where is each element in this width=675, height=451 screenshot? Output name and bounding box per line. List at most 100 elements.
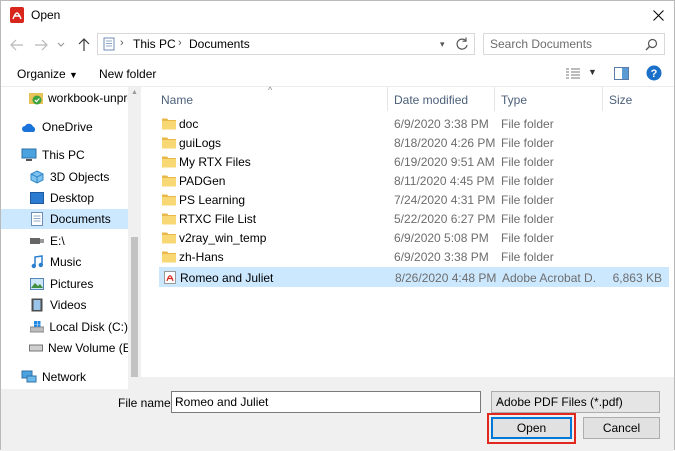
refresh-icon[interactable] — [454, 36, 470, 52]
nav-item-label: Videos — [50, 298, 87, 312]
back-button[interactable] — [8, 36, 26, 54]
file-name: zh-Hans — [179, 250, 224, 264]
file-row[interactable]: PADGen 8/11/2020 4:45 PM File folder — [159, 171, 669, 191]
scroll-up-icon[interactable]: ▲ — [131, 89, 138, 96]
file-row[interactable]: PS Learning 7/24/2020 4:31 PM File folder — [159, 190, 669, 210]
nav-item-label: E:\ — [50, 234, 65, 248]
nav-item-onedrive[interactable]: OneDrive — [21, 117, 128, 137]
nav-item-this-pc[interactable]: This PC — [21, 145, 128, 165]
file-date-modified: 8/11/2020 4:45 PM — [394, 174, 495, 188]
breadcrumb-separator-icon: › — [178, 37, 182, 49]
file-row[interactable]: v2ray_win_temp 6/9/2020 5:08 PM File folde… — [159, 228, 669, 248]
nav-item-label: New Volume (E:) — [48, 341, 139, 355]
column-header-date[interactable]: Date modified — [394, 93, 468, 107]
chevron-down-icon[interactable]: ▼ — [588, 67, 597, 77]
breadcrumb-documents[interactable]: Documents — [189, 37, 250, 51]
pictures-icon — [29, 276, 45, 292]
pdf-icon — [164, 271, 176, 284]
cancel-button[interactable]: Cancel — [583, 417, 660, 439]
folder-icon — [162, 232, 176, 244]
file-row[interactable]: Romeo and Juliet 8/26/2020 4:48 PM Adobe A… — [159, 267, 669, 287]
cube-icon — [29, 169, 45, 185]
sort-ascending-icon: ^ — [268, 85, 273, 95]
help-icon[interactable]: ? — [646, 65, 662, 81]
file-type: Adobe Acrobat D... — [502, 271, 597, 285]
windows-drive-icon — [29, 319, 44, 335]
chevron-down-icon[interactable]: ▾ — [440, 39, 450, 49]
new-folder-button[interactable]: New folder — [99, 67, 156, 81]
nav-item-label: This PC — [42, 148, 85, 162]
file-date-modified: 7/24/2020 4:31 PM — [394, 193, 496, 207]
file-type: File folder — [501, 212, 554, 226]
nav-item-new-volume-e[interactable]: New Volume (E:) — [29, 338, 138, 358]
file-type: File folder — [501, 250, 554, 264]
nav-item-e-drive[interactable]: E:\ — [29, 231, 128, 251]
address-bar[interactable]: › This PC › Documents ▾ — [97, 33, 475, 55]
column-divider[interactable] — [602, 87, 603, 111]
file-date-modified: 8/26/2020 4:48 PM — [395, 271, 497, 285]
folder-icon — [162, 137, 176, 149]
open-button[interactable]: Open — [491, 417, 572, 439]
file-row[interactable]: My RTX Files 6/19/2020 9:51 AM File folder — [159, 152, 669, 172]
nav-item-label: Network — [42, 370, 87, 384]
file-list-scrollbar[interactable] — [141, 377, 674, 389]
column-divider[interactable] — [387, 87, 388, 111]
file-date-modified: 5/22/2020 6:27 PM — [394, 212, 496, 226]
nav-scrollbar[interactable]: ▲ — [128, 87, 141, 389]
nav-item-desktop[interactable]: Desktop — [29, 188, 128, 208]
file-type-select[interactable]: Adobe PDF Files (*.pdf) ⌄ — [491, 391, 660, 413]
preview-pane-icon[interactable] — [614, 67, 629, 80]
file-name: doc — [179, 117, 199, 131]
nav-item-label: workbook-unpro — [48, 91, 135, 105]
desktop-icon — [29, 190, 45, 206]
search-input[interactable] — [490, 36, 640, 52]
file-name-field[interactable]: Romeo and Juliet ⌄ — [171, 391, 481, 413]
close-button[interactable] — [642, 1, 674, 29]
nav-item-local-disk-c[interactable]: Local Disk (C:) — [29, 317, 128, 337]
nav-item-label: Pictures — [50, 277, 94, 291]
nav-item-label: OneDrive — [42, 120, 93, 134]
file-size: 6,863 KB — [612, 271, 662, 285]
close-icon — [652, 9, 664, 21]
network-icon — [21, 369, 37, 385]
forward-button[interactable] — [32, 36, 50, 54]
column-header-type[interactable]: Type — [501, 93, 527, 107]
nav-item-videos[interactable]: Videos — [29, 295, 128, 315]
recent-locations-button[interactable] — [55, 36, 67, 54]
nav-item-network[interactable]: Network — [21, 367, 128, 387]
chevron-down-icon: ⌄ — [496, 395, 505, 406]
view-options-icon[interactable] — [566, 68, 580, 80]
chevron-down-icon: ▼ — [69, 70, 78, 80]
arrow-right-icon — [35, 39, 48, 51]
file-row[interactable]: guiLogs 8/18/2020 4:26 PM File folder — [159, 133, 669, 153]
documents-icon — [29, 211, 45, 227]
folder-icon — [162, 156, 176, 168]
nav-item-workbook[interactable]: workbook-unpro — [29, 88, 134, 108]
nav-scrollbar-thumb[interactable] — [131, 237, 138, 377]
chevron-down-icon[interactable]: ⌄ — [175, 395, 476, 406]
file-name: RTXC File List — [179, 212, 257, 226]
up-button[interactable] — [75, 36, 93, 54]
arrow-up-icon — [78, 38, 90, 51]
search-box[interactable] — [483, 33, 665, 55]
column-header-size[interactable]: Size — [609, 93, 632, 107]
folder-icon — [162, 118, 176, 130]
nav-item-music[interactable]: Music — [29, 252, 128, 272]
music-icon — [29, 254, 45, 270]
nav-item-label: 3D Objects — [50, 170, 110, 184]
column-divider[interactable] — [494, 87, 495, 111]
file-date-modified: 6/19/2020 9:51 AM — [394, 155, 495, 169]
file-row[interactable]: doc 6/9/2020 3:38 PM File folder — [159, 114, 669, 134]
nav-item-documents[interactable]: Documents — [1, 209, 128, 229]
breadcrumb-this-pc[interactable]: This PC — [133, 37, 176, 51]
organize-button[interactable]: Organize ▼ — [17, 67, 78, 81]
nav-item-3d-objects[interactable]: 3D Objects — [29, 167, 128, 187]
file-row[interactable]: zh-Hans 6/9/2020 3:38 PM File folder — [159, 247, 669, 267]
file-list: ^ Name Date modified Type Size doc 6/9/20… — [141, 85, 674, 389]
column-header-name[interactable]: Name — [161, 93, 193, 107]
search-icon — [645, 38, 658, 51]
file-name: PS Learning — [179, 193, 246, 207]
file-row[interactable]: RTXC File List 5/22/2020 6:27 PM File fold… — [159, 209, 669, 229]
file-type: File folder — [501, 231, 554, 245]
nav-item-pictures[interactable]: Pictures — [29, 274, 128, 294]
